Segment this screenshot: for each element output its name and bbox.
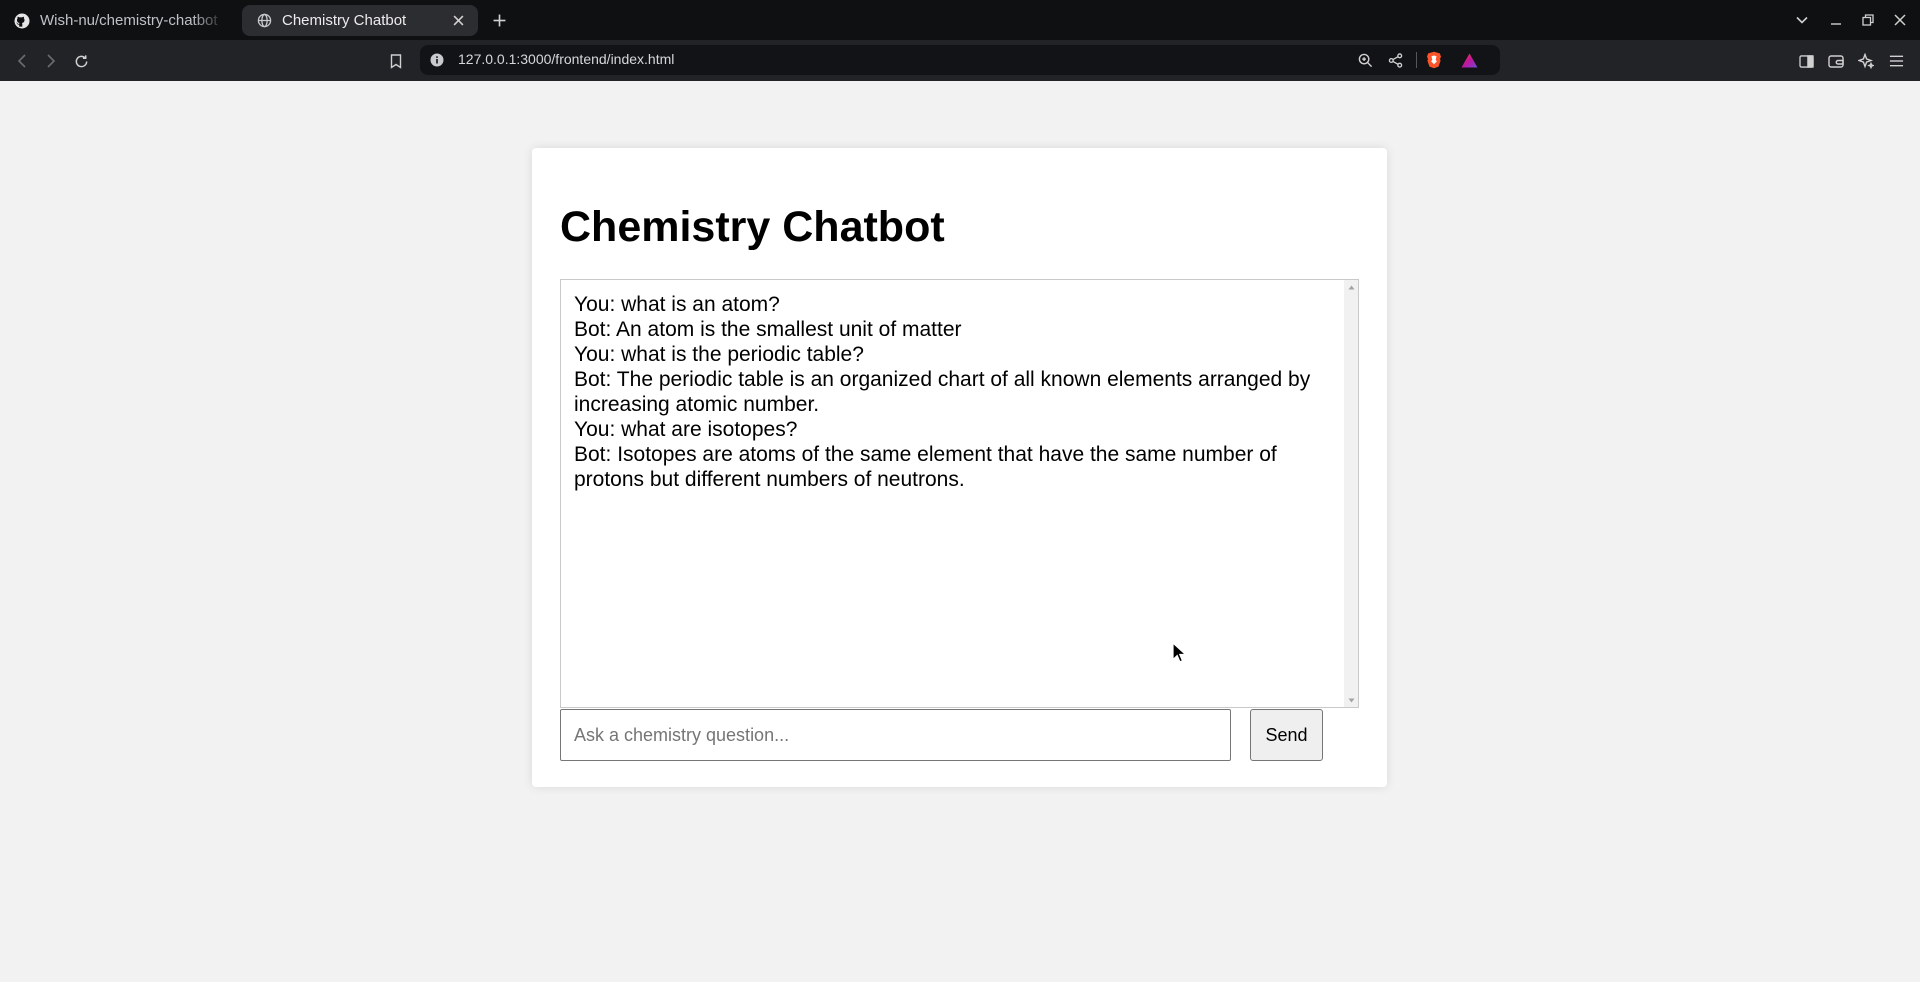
share-icon[interactable] [1384, 49, 1406, 71]
message-bot: Bot: An atom is the smallest unit of mat… [574, 318, 962, 341]
restore-icon[interactable] [1856, 8, 1880, 32]
tab-list-chevron-icon[interactable] [1790, 8, 1814, 32]
tab-github[interactable]: Wish-nu/chemistry-chatbot [0, 5, 236, 36]
forward-icon[interactable] [38, 48, 64, 74]
chat-messages: You: what is an atom? Bot: An atom is th… [574, 292, 1344, 492]
tab-title: Wish-nu/chemistry-chatbot [40, 12, 218, 29]
back-icon[interactable] [9, 48, 35, 74]
site-info-icon[interactable] [428, 51, 446, 69]
send-button[interactable]: Send [1250, 709, 1323, 761]
browser-toolbar: 127.0.0.1:3000/frontend/index.html [0, 40, 1920, 81]
sidebar-toggle-icon[interactable] [1793, 48, 1819, 74]
message-user: You: what is the periodic table? [574, 343, 864, 366]
message-user: You: what is an atom? [574, 293, 780, 316]
wallet-icon[interactable] [1823, 48, 1849, 74]
tab-chemistry-chatbot[interactable]: Chemistry Chatbot [242, 5, 478, 36]
message-bot: Bot: Isotopes are atoms of the same elem… [574, 443, 1277, 491]
bookmark-icon[interactable] [383, 48, 409, 74]
toolbar-divider [1416, 52, 1417, 68]
scroll-up-arrow-icon[interactable] [1344, 280, 1358, 294]
reload-icon[interactable] [68, 48, 94, 74]
chat-container: Chemistry Chatbot You: what is an atom? … [532, 148, 1387, 787]
address-bar[interactable]: 127.0.0.1:3000/frontend/index.html [420, 45, 1500, 75]
menu-icon[interactable] [1883, 48, 1909, 74]
brave-rewards-icon[interactable] [1458, 49, 1480, 71]
tab-bar: Wish-nu/chemistry-chatbot Chemistry Chat… [0, 0, 1920, 40]
globe-icon [256, 13, 272, 29]
zoom-icon[interactable] [1354, 49, 1376, 71]
github-icon [14, 13, 30, 29]
mouse-cursor-icon [1172, 641, 1188, 664]
chat-box[interactable]: You: what is an atom? Bot: An atom is th… [560, 279, 1359, 708]
url-text: 127.0.0.1:3000/frontend/index.html [458, 51, 675, 67]
message-user: You: what are isotopes? [574, 418, 798, 441]
page-title: Chemistry Chatbot [560, 203, 945, 251]
message-bot: Bot: The periodic table is an organized … [574, 368, 1311, 416]
minimize-icon[interactable] [1824, 8, 1848, 32]
close-window-icon[interactable] [1888, 8, 1912, 32]
tab-title: Chemistry Chatbot [282, 12, 407, 29]
question-input[interactable] [560, 709, 1231, 761]
new-tab-button[interactable] [488, 9, 510, 31]
scroll-down-arrow-icon[interactable] [1344, 693, 1358, 707]
leo-ai-icon[interactable] [1853, 48, 1879, 74]
chat-scrollbar[interactable] [1344, 280, 1358, 707]
close-tab-icon[interactable] [448, 11, 468, 31]
brave-shields-icon[interactable] [1423, 49, 1445, 71]
